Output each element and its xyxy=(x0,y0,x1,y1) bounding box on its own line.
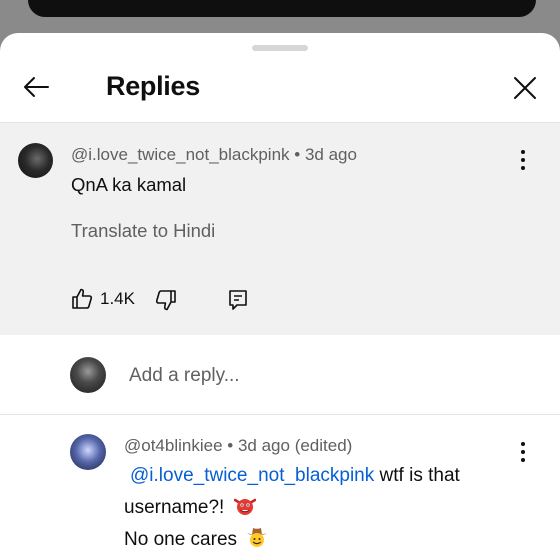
comment-age: 3d ago (edited) xyxy=(237,436,353,455)
mention-link[interactable]: @i.love_twice_not_blackpink xyxy=(130,465,374,486)
thumbs-up-icon[interactable] xyxy=(70,287,94,311)
comment-author[interactable]: @i.love_twice_not_blackpink xyxy=(71,145,290,164)
thumbs-down-icon[interactable] xyxy=(154,288,178,312)
avatar xyxy=(70,357,106,393)
comment-actions: 1.4K xyxy=(70,286,370,312)
parent-comment: @i.love_twice_not_blackpink • 3d ago QnA… xyxy=(0,122,560,335)
comment-meta: @i.love_twice_not_blackpink • 3d ago xyxy=(71,145,357,165)
background-video-edge xyxy=(28,0,536,17)
comment-text: QnA ka kamal xyxy=(71,174,187,195)
close-icon[interactable] xyxy=(512,75,538,101)
comment-meta: @ot4blinkiee • 3d ago (edited) xyxy=(124,436,352,456)
like-count: 1.4K xyxy=(100,289,135,308)
comment-text: wtf is that xyxy=(379,465,460,486)
comment-text-line: username?! xyxy=(124,496,256,519)
comment-author[interactable]: @ot4blinkiee xyxy=(124,436,223,455)
comment-text: No one cares xyxy=(124,529,238,550)
goblin-face-icon xyxy=(233,498,256,515)
replies-sheet: Replies @i.love_twice_not_blackpink • 3d… xyxy=(0,33,560,560)
avatar[interactable] xyxy=(70,434,106,470)
page-title: Replies xyxy=(106,71,200,101)
translate-link[interactable]: Translate to Hindi xyxy=(71,220,215,242)
comment-age: 3d ago xyxy=(304,145,357,164)
comment-text: username?! xyxy=(124,497,225,518)
sheet-header: Replies xyxy=(0,33,560,122)
more-options-icon[interactable] xyxy=(516,149,530,171)
reply-input[interactable] xyxy=(129,362,509,390)
reply-icon[interactable] xyxy=(226,288,250,312)
avatar[interactable] xyxy=(18,143,53,178)
comment-text-line: No one cares xyxy=(124,526,268,551)
back-arrow-icon[interactable] xyxy=(22,73,50,101)
comment-text-line: @i.love_twice_not_blackpink wtf is that xyxy=(124,465,460,487)
more-options-icon[interactable] xyxy=(516,441,530,463)
reply-comment: @ot4blinkiee • 3d ago (edited) @i.love_t… xyxy=(0,416,560,560)
cowboy-face-icon xyxy=(247,528,268,547)
meta-separator: • xyxy=(227,436,238,455)
add-reply-row xyxy=(0,335,560,415)
meta-separator: • xyxy=(294,145,305,164)
